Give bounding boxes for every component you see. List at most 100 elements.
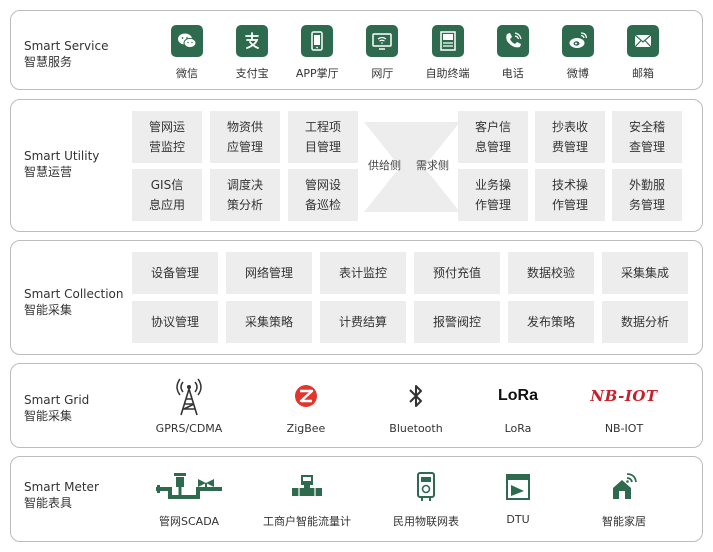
smart-collection-label-en: Smart Collection [24, 287, 124, 301]
bluetooth-icon [407, 376, 425, 416]
service-item-label: 自助终端 [425, 67, 470, 80]
kiosk-icon [431, 25, 464, 57]
collection-cell: 采集集成 [602, 252, 688, 294]
service-item-label: 电话 [501, 67, 524, 80]
grid-item-gprs: GPRS/CDMA [139, 376, 239, 435]
demand-cell: 业务操 作管理 [458, 169, 528, 221]
meter-item-label: DTU [506, 513, 530, 526]
pipeline-scada-icon [154, 467, 224, 507]
smart-service-panel: Smart Service 智慧服务 微信 支付宝 APP掌厅 网厅 自助终端 … [10, 10, 703, 90]
smart-utility-label: Smart Utility 智慧运营 [24, 148, 99, 180]
demand-side-label: 需求侧 [416, 159, 449, 172]
smart-collection-label-cn: 智能采集 [24, 303, 73, 317]
service-channel-row: 微信 支付宝 APP掌厅 网厅 自助终端 电话 微博 邮箱 [155, 25, 675, 81]
meter-item-iot: 民用物联网表 [376, 467, 476, 529]
service-item-label: 微信 [176, 67, 198, 80]
meter-item-scada: 管网SCADA [139, 467, 239, 529]
demand-cell: 抄表收 费管理 [535, 111, 605, 163]
supply-cell: 物资供 应管理 [210, 111, 280, 163]
smart-grid-label-en: Smart Grid [24, 393, 90, 407]
smart-service-label-cn: 智慧服务 [24, 55, 73, 69]
web-hall-icon [366, 25, 399, 57]
mail-icon [626, 25, 659, 57]
smart-utility-label-en: Smart Utility [24, 149, 100, 163]
service-item-label: APP掌厅 [295, 67, 339, 80]
supply-cell: 管网运 营监控 [132, 111, 202, 163]
nbiot-logo: NB-IOT [590, 387, 658, 405]
service-item-alipay[interactable]: 支付宝 [220, 25, 284, 81]
collection-cell: 协议管理 [132, 301, 218, 343]
collection-cell: 预付充值 [414, 252, 500, 294]
demand-cell: 技术操 作管理 [535, 169, 605, 221]
phone-icon [496, 25, 529, 57]
service-item-app[interactable]: APP掌厅 [285, 25, 349, 81]
iot-meter-icon [415, 467, 437, 507]
smart-collection-label: Smart Collection 智能采集 [24, 286, 123, 318]
smart-home-icon [610, 467, 638, 507]
meter-item-flow: 工商户智能流量计 [257, 467, 357, 529]
grid-item-label: GPRS/CDMA [155, 422, 223, 435]
smart-service-label-en: Smart Service [24, 39, 109, 53]
collection-cell: 数据校验 [508, 252, 594, 294]
demand-cell: 外勤服 务管理 [612, 169, 682, 221]
smart-grid-panel: Smart Grid 智能采集 GPRS/CDMA ZigBee Bluetoo… [10, 363, 703, 448]
smart-meter-label-cn: 智能表具 [24, 496, 73, 510]
cell-tower-icon [174, 376, 204, 416]
meter-item-label: 民用物联网表 [393, 515, 459, 528]
smart-service-label: Smart Service 智慧服务 [24, 38, 108, 70]
smart-utility-label-cn: 智慧运营 [24, 165, 73, 179]
smart-grid-label: Smart Grid 智能采集 [24, 392, 89, 424]
service-item-weibo[interactable]: 微博 [546, 25, 610, 81]
service-item-web-hall[interactable]: 网厅 [350, 25, 414, 81]
meter-item-label: 工商户智能流量计 [263, 515, 351, 528]
collection-cell: 采集策略 [226, 301, 312, 343]
service-item-label: 网厅 [371, 67, 394, 80]
grid-item-nbiot: NB-IOT NB-IOT [574, 376, 674, 435]
supply-cell: 管网设 备巡检 [288, 169, 358, 221]
grid-item-label: NB-IOT [604, 422, 644, 435]
collection-cell: 设备管理 [132, 252, 218, 294]
smart-meter-label-en: Smart Meter [24, 480, 99, 494]
collection-cell: 发布策略 [508, 301, 594, 343]
collection-cell: 网络管理 [226, 252, 312, 294]
smart-meter-label: Smart Meter 智能表具 [24, 479, 99, 511]
service-item-label: 支付宝 [235, 67, 269, 80]
supply-side-label: 供给侧 [368, 159, 401, 172]
zigbee-icon [293, 376, 319, 416]
weibo-icon [561, 25, 594, 57]
mobile-app-icon [301, 25, 334, 57]
smart-utility-panel: Smart Utility 智慧运营 管网运 营监控 物资供 应管理 工程项 目管理 … [10, 99, 703, 232]
grid-item-label: LoRa [504, 422, 532, 435]
supply-cell: GIS信 息应用 [132, 169, 202, 221]
meter-item-label: 管网SCADA [159, 515, 219, 528]
supply-cell: 工程项 目管理 [288, 111, 358, 163]
grid-item-label: Bluetooth [389, 422, 443, 435]
service-item-label: 微博 [566, 67, 589, 80]
grid-item-label: ZigBee [286, 422, 326, 435]
grid-item-zigbee: ZigBee [256, 376, 356, 435]
demand-cell: 客户信 息管理 [458, 111, 528, 163]
service-item-wechat[interactable]: 微信 [155, 25, 219, 81]
lora-logo: LoRa [498, 387, 538, 404]
collection-cell: 数据分析 [602, 301, 688, 343]
supply-cell: 调度决 策分析 [210, 169, 280, 221]
service-item-label: 邮箱 [631, 67, 654, 80]
meter-item-label: 智能家居 [602, 515, 646, 528]
flow-meter-icon [290, 467, 324, 507]
wechat-icon [171, 25, 203, 57]
meter-item-dtu: DTU [468, 467, 568, 526]
alipay-icon [236, 25, 269, 57]
dtu-icon [505, 467, 531, 507]
smart-grid-label-cn: 智能采集 [24, 409, 73, 423]
demand-cell: 安全稽 查管理 [612, 111, 682, 163]
service-item-mail[interactable]: 邮箱 [611, 25, 675, 81]
grid-item-bluetooth: Bluetooth [366, 376, 466, 435]
smart-meter-panel: Smart Meter 智能表具 管网SCADA 工商户智能流量计 民用物联网表… [10, 456, 703, 542]
grid-item-lora: LoRa LoRa [468, 376, 568, 435]
meter-item-smart-home: 智能家居 [574, 467, 674, 529]
service-item-kiosk[interactable]: 自助终端 [416, 25, 480, 81]
smart-collection-panel: Smart Collection 智能采集 设备管理 网络管理 表计监控 预付充… [10, 240, 703, 355]
service-item-phone[interactable]: 电话 [481, 25, 545, 81]
collection-cell: 报警阀控 [414, 301, 500, 343]
collection-cell: 计费结算 [320, 301, 406, 343]
